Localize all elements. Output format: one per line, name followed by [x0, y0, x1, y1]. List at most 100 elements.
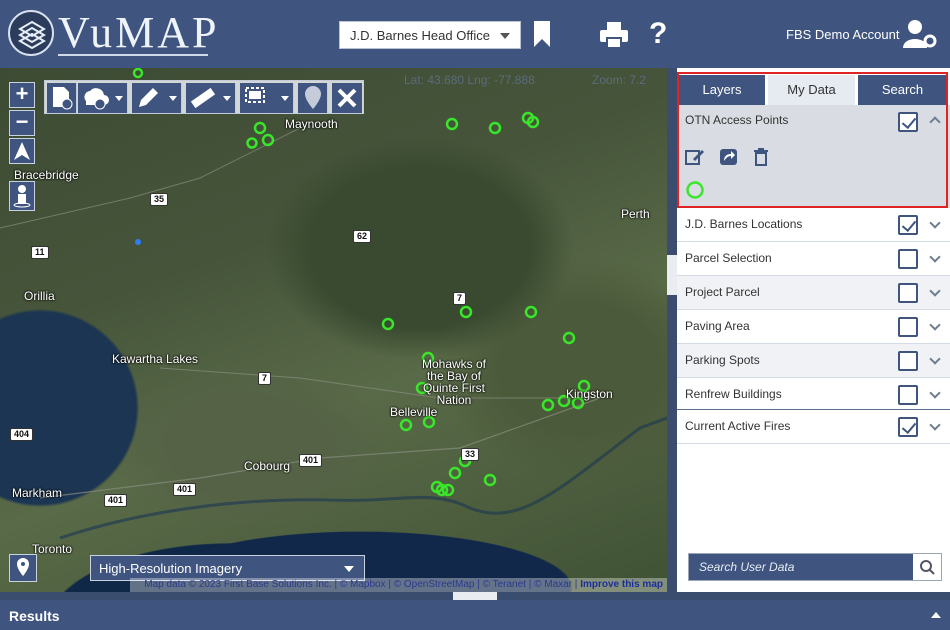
download-tool[interactable] [78, 83, 128, 113]
add-file-icon [53, 87, 73, 110]
improve-map-link[interactable]: Improve this map [580, 579, 663, 590]
layer-row[interactable]: Renfrew Buildings [677, 378, 950, 412]
tab-layers[interactable]: Layers [679, 75, 765, 105]
place-label: Kawartha Lakes [112, 352, 199, 366]
results-bar[interactable]: Results [0, 600, 950, 630]
layer-checkbox[interactable] [898, 283, 918, 303]
share-icon[interactable] [719, 148, 739, 166]
select-area-icon [245, 87, 265, 103]
otn-access-points [132, 68, 591, 497]
print-icon[interactable] [600, 22, 628, 48]
place-label: Toronto [32, 542, 73, 556]
chevron-down-icon[interactable] [929, 285, 941, 297]
search-button[interactable] [913, 554, 941, 580]
place-label: Belleville [390, 405, 438, 419]
chevron-down-icon[interactable] [929, 251, 941, 263]
highway-shield: 7 [258, 372, 272, 385]
clear-tool[interactable] [332, 83, 362, 113]
layer-name: OTN Access Points [685, 113, 789, 127]
layer-name: Parking Spots [685, 353, 760, 367]
account-label[interactable]: FBS Demo Account [786, 27, 899, 42]
layer-name: Paving Area [685, 319, 750, 333]
identify-tool[interactable] [298, 83, 328, 113]
map-view[interactable]: Lat: 43.680 Lng: -77.888 Zoom: 7.2 + − B… [0, 68, 667, 592]
chevron-down-icon [281, 96, 289, 101]
results-expand-handle[interactable] [453, 592, 497, 600]
street-view-button[interactable] [9, 181, 35, 211]
edit-icon[interactable] [685, 148, 705, 166]
place-label: Cobourg [244, 459, 291, 473]
office-select-value: J.D. Barnes Head Office [350, 28, 490, 43]
place-label: Mohawks of the Bay of Quinte First Natio… [421, 357, 487, 407]
chevron-down-icon [169, 96, 177, 101]
pencil-icon [139, 88, 158, 107]
draw-tool[interactable] [132, 83, 182, 113]
user-data-search [688, 553, 942, 581]
chevron-down-icon [223, 96, 231, 101]
layer-row[interactable]: J.D. Barnes Locations [677, 208, 950, 242]
trash-icon[interactable] [753, 148, 769, 166]
layer-row[interactable]: Paving Area [677, 310, 950, 344]
imagery-select-value: High-Resolution Imagery [99, 561, 243, 576]
panel-tabs: Layers My Data Search [677, 71, 950, 105]
measure-tool[interactable] [186, 83, 236, 113]
help-icon[interactable]: ? [649, 14, 667, 54]
layer-row[interactable]: Current Active Fires [677, 410, 950, 444]
search-input[interactable] [689, 554, 913, 580]
highway-shield: 404 [10, 428, 34, 441]
chevron-up-icon[interactable] [929, 116, 941, 128]
place-label: Orillia [24, 289, 55, 303]
highway-shield: 401 [173, 483, 197, 496]
select-tool[interactable] [240, 83, 294, 113]
chevron-up-icon[interactable] [931, 612, 941, 618]
user-settings-icon[interactable] [903, 20, 937, 48]
compass-north-button[interactable] [9, 138, 35, 164]
panel-collapse-handle[interactable] [667, 255, 677, 295]
highway-shield: 401 [299, 454, 323, 467]
highway-shield: 11 [31, 246, 49, 259]
coordinate-readout: Lat: 43.680 Lng: -77.888 [404, 73, 535, 87]
add-data-tool[interactable] [47, 83, 77, 113]
chevron-down-icon[interactable] [929, 353, 941, 365]
ruler-icon [190, 87, 216, 109]
layer-checkbox[interactable] [898, 112, 918, 132]
person-icon [13, 185, 31, 208]
layer-checkbox[interactable] [898, 351, 918, 371]
chevron-down-icon[interactable] [929, 217, 941, 229]
place-label: Perth [621, 207, 650, 221]
chevron-down-icon[interactable] [929, 319, 941, 331]
search-icon [920, 560, 935, 575]
bookmark-icon[interactable] [534, 21, 550, 47]
layer-row[interactable]: Project Parcel [677, 276, 950, 310]
app-logo-text: VuMAP [58, 8, 220, 57]
layer-otn-expanded: OTN Access Points [677, 105, 950, 208]
chevron-down-icon[interactable] [929, 387, 941, 399]
logo-underline [58, 54, 208, 56]
attribution-text: Map data © 2023 First Base Solutions Inc… [144, 579, 578, 590]
layer-checkbox[interactable] [898, 385, 918, 405]
tab-my-data[interactable]: My Data [768, 75, 855, 105]
highway-shield: 62 [353, 230, 372, 243]
chevron-down-icon [115, 96, 123, 101]
layer-checkbox[interactable] [898, 215, 918, 235]
north-arrow-icon [14, 142, 30, 160]
layer-checkbox[interactable] [898, 417, 918, 437]
office-select[interactable]: J.D. Barnes Head Office [339, 21, 521, 49]
layer-row[interactable]: Parcel Selection [677, 242, 950, 276]
chevron-down-icon [344, 566, 354, 572]
layer-checkbox[interactable] [898, 249, 918, 269]
layer-name: Current Active Fires [685, 419, 791, 433]
layer-row[interactable]: Parking Spots [677, 344, 950, 378]
map-toolbar [44, 80, 364, 114]
download-cloud-icon [84, 88, 109, 110]
tab-search[interactable]: Search [858, 75, 947, 105]
layer-checkbox[interactable] [898, 317, 918, 337]
my-location-button[interactable] [9, 554, 37, 582]
map-attribution: Map data © 2023 First Base Solutions Inc… [130, 578, 667, 592]
chevron-down-icon[interactable] [929, 419, 941, 431]
zoom-in-button[interactable]: + [9, 82, 35, 108]
layer-name: J.D. Barnes Locations [685, 217, 803, 231]
zoom-out-button[interactable]: − [9, 110, 35, 136]
side-panel: Layers My Data Search OTN Access Points … [677, 68, 950, 592]
point-symbol-icon [686, 181, 704, 199]
